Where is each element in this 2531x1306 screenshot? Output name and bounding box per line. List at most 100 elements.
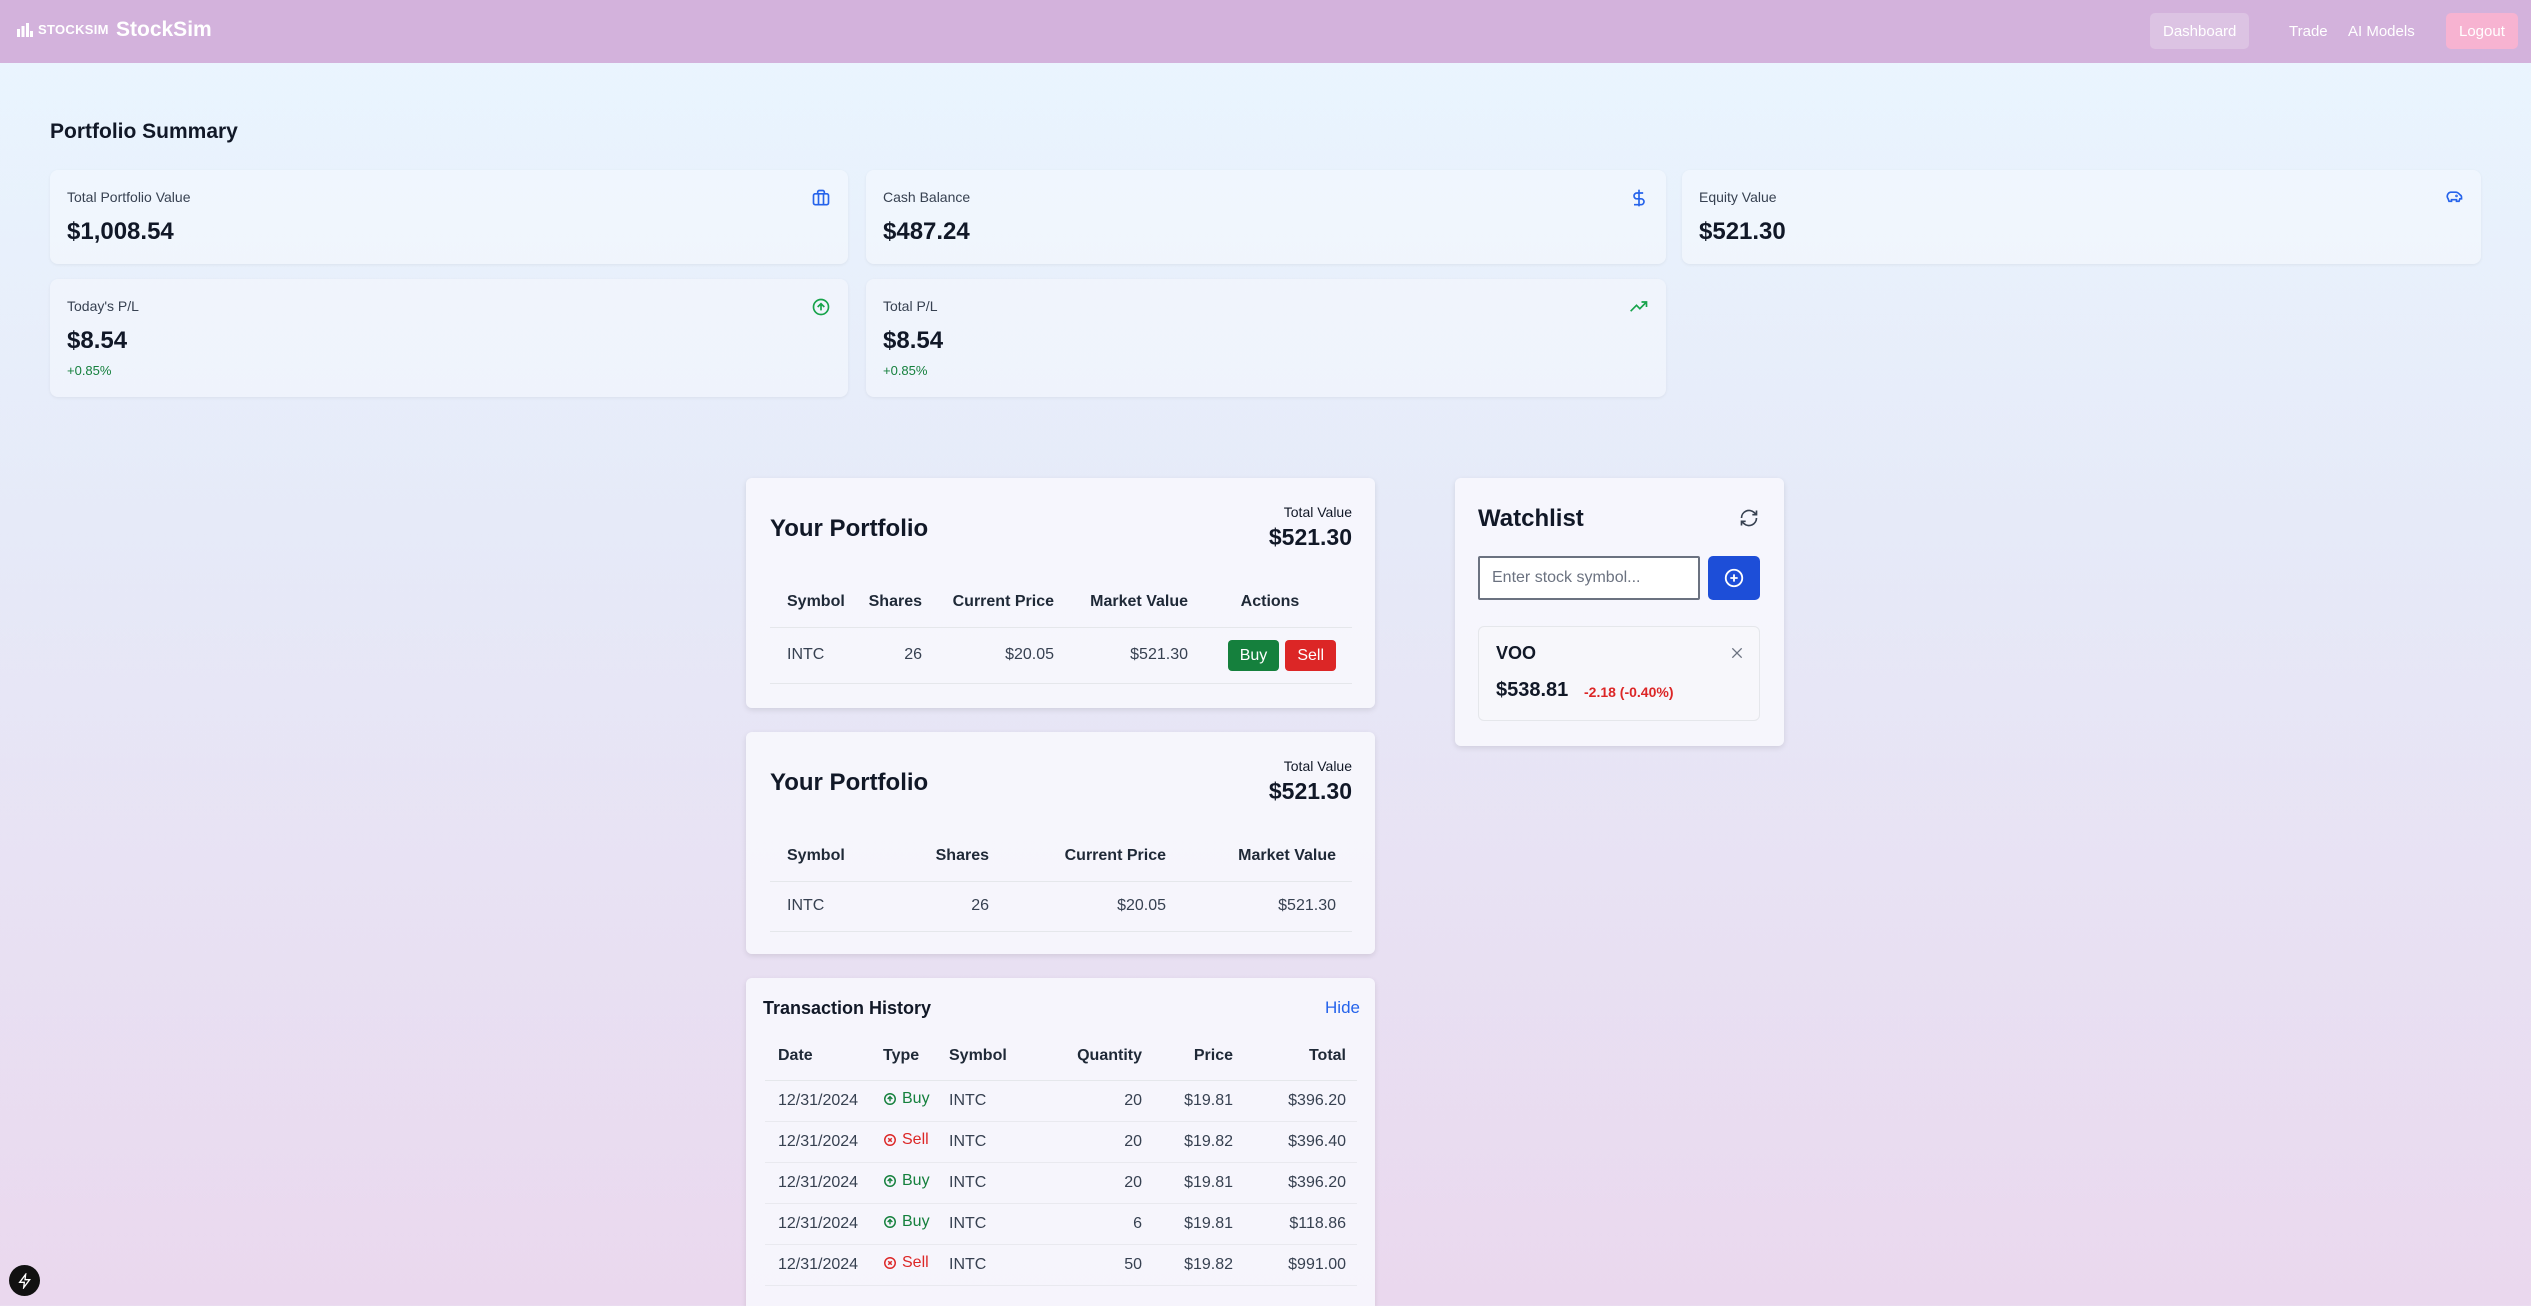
transaction-history-panel: Transaction History Hide Date Type Symbo…: [746, 978, 1375, 1306]
watchlist-price: $538.81: [1496, 679, 1569, 701]
cell-date: 12/31/2024: [765, 1203, 883, 1245]
cell-price: $19.82: [1142, 1121, 1233, 1163]
watchlist-item[interactable]: VOO $538.81 -2.18 (-0.40%): [1478, 626, 1760, 721]
plus-circle-icon: [1724, 568, 1744, 588]
add-to-watchlist-button[interactable]: [1708, 556, 1760, 600]
card-total-portfolio-value: Total Portfolio Value $1,008.54: [50, 170, 848, 264]
total-value: $521.30: [1268, 524, 1352, 550]
cell-actions: Buy Sell: [1188, 627, 1352, 684]
col-symbol: Symbol: [770, 831, 880, 882]
arrow-up-circle-icon: [884, 1216, 896, 1228]
type-label: Buy: [902, 1213, 930, 1230]
watchlist-title: Watchlist: [1478, 505, 1584, 532]
summary-title: Portfolio Summary: [50, 120, 238, 143]
table-row: 12/31/2024 Sell INTC 20 $19.82 $396.40: [765, 1121, 1357, 1163]
arrow-up-circle-icon: [884, 1175, 896, 1187]
cell-price: $20.05: [922, 627, 1054, 684]
card-label: Total Portfolio Value: [67, 189, 191, 205]
card-value: $487.24: [883, 218, 970, 245]
cell-price: $19.81: [1142, 1162, 1233, 1204]
col-current-price: Current Price: [922, 577, 1054, 628]
card-label: Total P/L: [883, 298, 938, 314]
card-value: $521.30: [1699, 218, 1786, 245]
cell-quantity: 50: [1032, 1244, 1142, 1286]
cell-price: $19.82: [1142, 1244, 1233, 1286]
cell-type: Sell: [883, 1121, 949, 1163]
card-cash-balance: Cash Balance $487.24: [866, 170, 1666, 264]
card-label: Today's P/L: [67, 298, 139, 314]
cell-quantity: 20: [1032, 1162, 1142, 1204]
col-market-value: Market Value: [1166, 831, 1352, 882]
card-total-pl: Total P/L $8.54 +0.85%: [866, 279, 1666, 397]
refresh-icon[interactable]: [1739, 508, 1759, 528]
cell-type: Buy: [883, 1080, 949, 1122]
portfolio-title: Your Portfolio: [770, 769, 929, 796]
type-label: Sell: [902, 1254, 929, 1271]
cell-total: $118.86: [1233, 1203, 1357, 1245]
hide-transactions-link[interactable]: Hide: [1325, 998, 1360, 1018]
portfolio-table: Symbol Shares Current Price Market Value…: [770, 577, 1352, 684]
col-price: Price: [1142, 1032, 1233, 1081]
type-label: Buy: [902, 1090, 930, 1107]
close-icon[interactable]: [1729, 645, 1745, 661]
watchlist-panel: Watchlist VOO $538.81 -2.18 (-0.40%): [1455, 478, 1784, 746]
nav-ai-models[interactable]: AI Models: [2335, 13, 2428, 49]
col-symbol: Symbol: [949, 1032, 1032, 1081]
cell-type: Buy: [883, 1203, 949, 1245]
card-equity-value: Equity Value $521.30: [1682, 170, 2481, 264]
bar-chart-icon: [17, 22, 33, 37]
table-row: 12/31/2024 Buy INTC 6 $19.81 $118.86: [765, 1203, 1357, 1245]
total-value-label: Total Value: [1283, 504, 1352, 520]
table-row: 12/31/2024 Buy INTC 20 $19.81 $396.20: [765, 1080, 1357, 1122]
card-change: +0.85%: [67, 363, 112, 378]
card-value: $8.54: [883, 327, 944, 354]
cell-market-value: $521.30: [1166, 881, 1352, 932]
table-row: 12/31/2024 Sell INTC 50 $19.82 $991.00: [765, 1244, 1357, 1286]
table-row: 12/31/2024 Buy INTC 20 $19.81 $396.20: [765, 1162, 1357, 1204]
col-shares: Shares: [880, 831, 989, 882]
x-circle-icon: [884, 1134, 896, 1146]
col-actions: Actions: [1188, 577, 1352, 628]
cell-date: 12/31/2024: [765, 1121, 883, 1163]
cell-symbol: INTC: [949, 1203, 1032, 1245]
cell-market-value: $521.30: [1054, 627, 1188, 684]
table-row: INTC 26 $20.05 $521.30 Buy Sell: [770, 627, 1352, 684]
col-current-price: Current Price: [989, 831, 1166, 882]
dev-tools-button[interactable]: [9, 1265, 40, 1296]
table-row: INTC 26 $20.05 $521.30: [770, 881, 1352, 932]
col-shares: Shares: [852, 577, 922, 628]
nav-dashboard[interactable]: Dashboard: [2150, 13, 2250, 49]
card-label: Cash Balance: [883, 189, 971, 205]
logout-button[interactable]: Logout: [2446, 13, 2518, 49]
transaction-table: Date Type Symbol Quantity Price Total 12…: [765, 1032, 1357, 1286]
portfolio-panel: Your Portfolio Total Value $521.30 Symbo…: [746, 478, 1375, 708]
total-value: $521.30: [1268, 778, 1352, 804]
type-label: Buy: [902, 1172, 930, 1189]
cell-date: 12/31/2024: [765, 1080, 883, 1122]
col-date: Date: [765, 1032, 883, 1081]
col-market-value: Market Value: [1054, 577, 1188, 628]
cell-symbol: INTC: [949, 1080, 1032, 1122]
cell-type: Buy: [883, 1162, 949, 1204]
cell-date: 12/31/2024: [765, 1244, 883, 1286]
arrow-up-circle-icon: [884, 1093, 896, 1105]
card-todays-pl: Today's P/L $8.54 +0.85%: [50, 279, 848, 397]
total-value-label: Total Value: [1283, 758, 1352, 774]
card-value: $8.54: [67, 327, 128, 354]
logo[interactable]: STOCKSIM: [17, 22, 109, 37]
cell-symbol: INTC: [949, 1244, 1032, 1286]
portfolio-title: Your Portfolio: [770, 515, 929, 542]
watchlist-change: -2.18 (-0.40%): [1584, 684, 1674, 700]
buy-button[interactable]: Buy: [1227, 639, 1280, 671]
lightning-icon: [17, 1272, 31, 1289]
sell-button[interactable]: Sell: [1285, 639, 1336, 671]
cell-price: $20.05: [989, 881, 1166, 932]
col-total: Total: [1233, 1032, 1357, 1081]
col-type: Type: [883, 1032, 949, 1081]
col-symbol: Symbol: [770, 577, 852, 628]
brand-name[interactable]: StockSim: [116, 18, 212, 42]
nav-trade[interactable]: Trade: [2276, 13, 2341, 49]
cell-shares: 26: [880, 881, 989, 932]
stock-symbol-input[interactable]: [1478, 556, 1700, 600]
top-nav: STOCKSIM StockSim Dashboard Trade AI Mod…: [0, 0, 2531, 63]
